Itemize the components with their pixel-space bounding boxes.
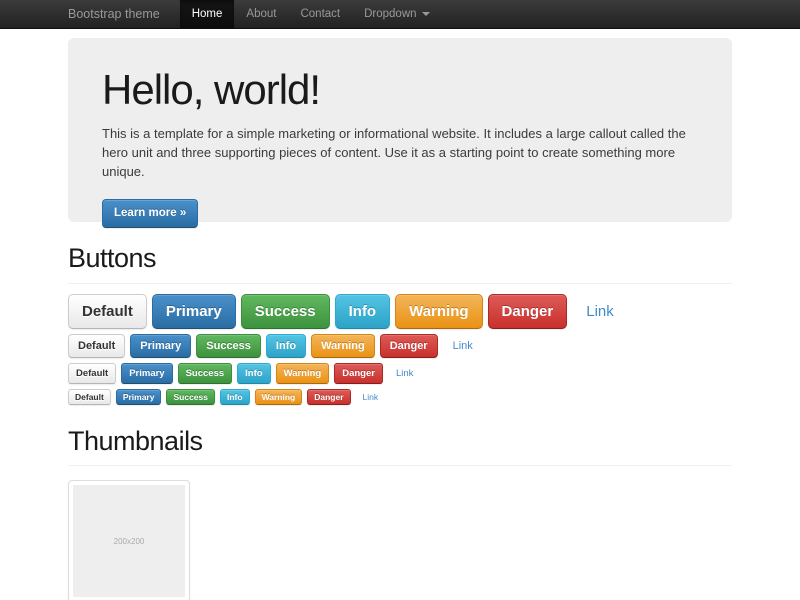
button-primary-large[interactable]: Primary (152, 294, 236, 329)
button-link-small[interactable]: Link (388, 363, 421, 384)
thumbnail-grid: 200x200 (68, 466, 732, 600)
button-danger-extra-small[interactable]: Danger (307, 389, 350, 405)
hero-unit: Hello, world! This is a template for a s… (68, 38, 732, 222)
thumbnail-placeholder-label: 200x200 (114, 537, 145, 546)
button-link-large[interactable]: Link (572, 294, 628, 329)
chevron-down-icon (422, 12, 430, 16)
button-success-small[interactable]: Success (178, 363, 233, 384)
button-row-large: Default Primary Success Info Warning Dan… (68, 294, 732, 329)
nav-item-dropdown[interactable]: Dropdown (352, 0, 441, 28)
nav-item-about-label: About (246, 0, 276, 29)
button-success-large[interactable]: Success (241, 294, 330, 329)
button-primary-small[interactable]: Primary (121, 363, 172, 384)
nav-item-contact-label: Contact (300, 0, 340, 29)
button-info-extra-small[interactable]: Info (220, 389, 250, 405)
button-row-medium: Default Primary Success Info Warning Dan… (68, 334, 732, 358)
button-default-large[interactable]: Default (68, 294, 147, 329)
hero-title: Hello, world! (102, 68, 698, 112)
navbar-brand[interactable]: Bootstrap theme (68, 0, 170, 28)
learn-more-button[interactable]: Learn more » (102, 199, 198, 228)
button-warning-medium[interactable]: Warning (311, 334, 375, 358)
page-container: Hello, world! This is a template for a s… (68, 38, 732, 600)
buttons-section-title: Buttons (68, 244, 732, 274)
button-danger-small[interactable]: Danger (334, 363, 383, 384)
navbar-nav: Home About Contact Dropdown (180, 0, 442, 28)
button-link-medium[interactable]: Link (443, 334, 483, 358)
button-warning-small[interactable]: Warning (276, 363, 330, 384)
thumbnails-section-title: Thumbnails (68, 427, 732, 457)
nav-item-about[interactable]: About (234, 0, 288, 28)
button-primary-extra-small[interactable]: Primary (116, 389, 162, 405)
nav-item-home-label: Home (192, 0, 223, 29)
navbar: Bootstrap theme Home About Contact Dropd… (0, 0, 800, 29)
thumbnail-placeholder-image: 200x200 (73, 485, 185, 597)
nav-item-dropdown-label: Dropdown (364, 0, 416, 29)
button-default-medium[interactable]: Default (68, 334, 125, 358)
button-default-extra-small[interactable]: Default (68, 389, 111, 405)
thumbnail-item[interactable]: 200x200 (68, 480, 190, 600)
button-primary-medium[interactable]: Primary (130, 334, 191, 358)
button-link-extra-small[interactable]: Link (356, 389, 386, 405)
button-showcase: Default Primary Success Info Warning Dan… (68, 284, 732, 405)
button-info-medium[interactable]: Info (266, 334, 306, 358)
button-warning-large[interactable]: Warning (395, 294, 482, 329)
button-success-medium[interactable]: Success (196, 334, 261, 358)
hero-lead: This is a template for a simple marketin… (102, 124, 698, 181)
button-info-large[interactable]: Info (335, 294, 391, 329)
button-default-small[interactable]: Default (68, 363, 116, 384)
button-info-small[interactable]: Info (237, 363, 270, 384)
nav-item-home[interactable]: Home (180, 0, 235, 28)
nav-item-contact[interactable]: Contact (288, 0, 352, 28)
button-danger-medium[interactable]: Danger (380, 334, 438, 358)
button-row-extra-small: Default Primary Success Info Warning Dan… (68, 389, 732, 405)
button-success-extra-small[interactable]: Success (166, 389, 215, 405)
button-danger-large[interactable]: Danger (488, 294, 568, 329)
button-row-small: Default Primary Success Info Warning Dan… (68, 363, 732, 384)
button-warning-extra-small[interactable]: Warning (255, 389, 303, 405)
